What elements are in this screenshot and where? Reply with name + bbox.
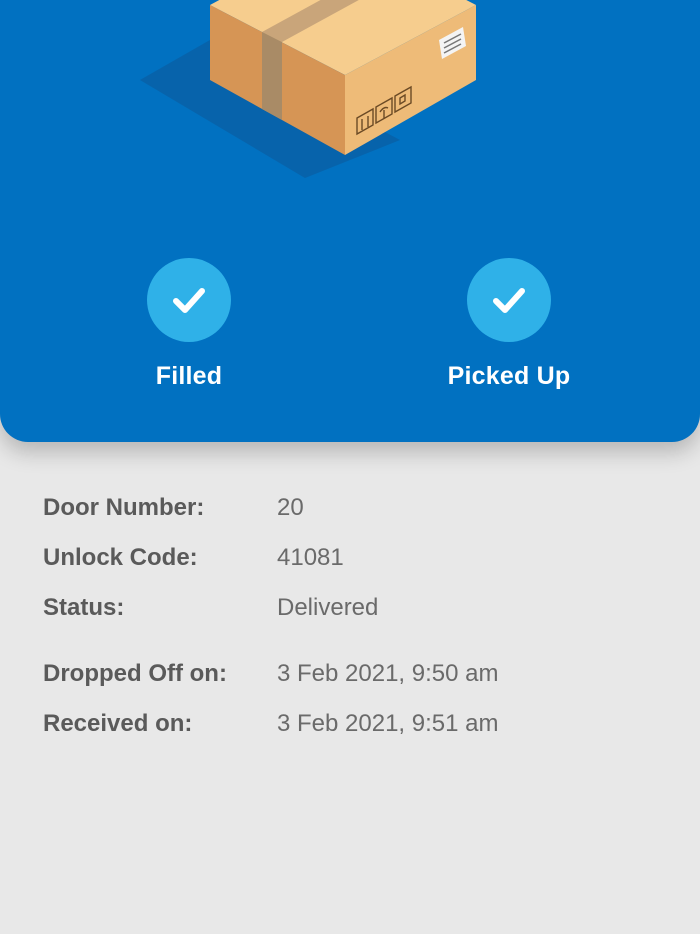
status-row: Status: Delivered	[43, 583, 663, 633]
received-value: 3 Feb 2021, 9:51 am	[277, 710, 499, 737]
check-icon	[173, 288, 205, 313]
door-number-row: Door Number: 20	[43, 483, 663, 533]
dropped-off-value: 3 Feb 2021, 9:50 am	[277, 660, 499, 687]
door-number-value: 20	[277, 494, 304, 521]
delivery-details: Door Number: 20 Unlock Code: 41081 Statu…	[43, 483, 663, 749]
door-number-label: Door Number:	[43, 494, 205, 521]
step-label-picked-up: Picked Up	[447, 362, 571, 390]
delivery-status-header: Filled Picked Up	[0, 0, 700, 442]
step-filled: Filled	[89, 258, 289, 391]
filled-check-badge	[147, 258, 231, 342]
step-label-filled: Filled	[155, 362, 223, 390]
step-picked-up: Picked Up	[409, 258, 609, 391]
received-label: Received on:	[43, 710, 193, 737]
unlock-code-label: Unlock Code:	[43, 544, 198, 571]
unlock-code-row: Unlock Code: 41081	[43, 533, 663, 583]
received-row: Received on: 3 Feb 2021, 9:51 am	[43, 699, 663, 749]
picked-up-check-badge	[467, 258, 551, 342]
cardboard-box-icon	[140, 0, 476, 178]
dropped-off-row: Dropped Off on: 3 Feb 2021, 9:50 am	[43, 649, 663, 699]
status-label: Status:	[43, 594, 125, 621]
dropped-off-label: Dropped Off on:	[43, 660, 227, 687]
check-icon	[493, 288, 525, 313]
unlock-code-value: 41081	[277, 544, 344, 571]
status-value: Delivered	[277, 594, 379, 621]
